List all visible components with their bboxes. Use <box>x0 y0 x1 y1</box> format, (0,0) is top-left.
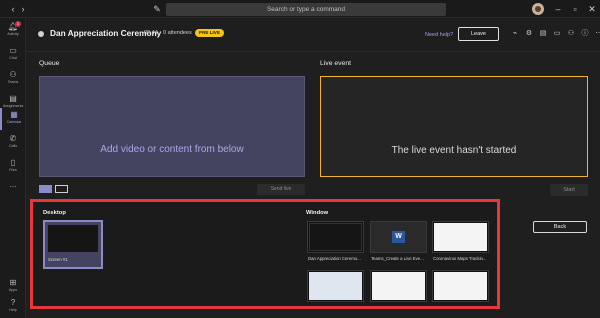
word-icon: W <box>392 231 405 243</box>
minimize-icon[interactable]: – <box>552 2 564 16</box>
window-caption: Coronavirus Maps Trackin... <box>433 256 487 261</box>
rail-item-label: Activity <box>7 32 19 36</box>
send-live-button[interactable]: Send live <box>257 184 305 195</box>
forward-arrow-icon[interactable]: › <box>18 4 28 14</box>
device-settings-icon[interactable]: ⚙ <box>524 29 534 39</box>
queue-area[interactable]: Add video or content from below <box>39 76 305 177</box>
layout-single-button[interactable] <box>39 185 52 193</box>
phone-icon: ✆ <box>9 134 17 143</box>
desktop-label: Desktop <box>43 210 66 216</box>
window-thumbnail[interactable] <box>307 270 364 302</box>
info-icon[interactable]: ⓘ <box>580 29 590 39</box>
screen-thumbnail[interactable]: Screen #1 <box>43 220 103 269</box>
window-preview <box>434 223 487 251</box>
chat-icon: ▭ <box>9 46 17 55</box>
window-caption: Teams_Create a Live Eve... <box>371 256 424 261</box>
leave-button[interactable]: Leave <box>458 27 499 41</box>
rail-item-label: Help <box>9 308 17 312</box>
window-preview <box>434 272 487 300</box>
rail-item-label: Calendar <box>6 120 22 124</box>
rail-item-files[interactable]: ▯ Files <box>0 156 26 178</box>
need-help-link[interactable]: Need help? <box>425 32 453 38</box>
rail-item-chat[interactable]: ▭ Chat <box>0 44 26 66</box>
rail-item-label: Calls <box>9 144 17 148</box>
rail-item-calendar[interactable]: ▦ Calendar <box>0 108 26 130</box>
back-arrow-icon[interactable]: ‹ <box>8 4 18 14</box>
rail-item-label: Chat <box>9 56 17 60</box>
search-input[interactable]: Search or type a command <box>166 3 446 16</box>
rail-item-more[interactable]: ... <box>0 178 26 200</box>
window-thumbnail[interactable]: W <box>370 221 427 253</box>
app-rail: 🔔︎ 1 Activity ▭ Chat ⚇ Teams ▤ Assignmen… <box>0 18 26 318</box>
live-event-label: Live event <box>320 60 351 67</box>
notes-icon[interactable]: ▤ <box>538 29 548 39</box>
health-icon[interactable]: ⌁ <box>510 29 520 39</box>
window-caption: Dan Appreciation Ceremo... <box>308 256 361 261</box>
live-event-area: The live event hasn't started <box>320 76 588 177</box>
apps-icon: ⊞ <box>9 278 17 287</box>
screen-preview <box>48 225 98 252</box>
live-event-message: The live event hasn't started <box>391 145 517 156</box>
file-icon: ▯ <box>10 158 16 167</box>
title-bar: ‹ › ✎ Search or type a command – ▫ ✕ <box>0 0 600 18</box>
rail-item-apps[interactable]: ⊞ Apps <box>0 276 26 298</box>
rail-item-calls[interactable]: ✆ Calls <box>0 132 26 154</box>
rail-item-label: Apps <box>8 288 18 292</box>
share-content-panel: Desktop Window Screen #1 Dan Appreciatio… <box>30 199 500 309</box>
queue-placeholder: Add video or content from below <box>100 144 244 155</box>
attendee-count: 0 attendees <box>163 30 192 36</box>
compose-icon[interactable]: ✎ <box>152 4 162 14</box>
rail-item-help[interactable]: ? Help <box>0 296 26 318</box>
rail-item-activity[interactable]: 🔔︎ 1 Activity <box>0 20 26 42</box>
rail-item-label: Teams <box>7 80 19 84</box>
screen-caption: Screen #1 <box>48 257 68 262</box>
chat-icon[interactable]: ▭ <box>552 29 562 39</box>
queue-label: Queue <box>39 60 60 67</box>
more-options-icon[interactable]: ⋯ <box>594 29 600 39</box>
back-button[interactable]: Back <box>533 221 587 233</box>
bell-icon: 🔔︎ <box>7 22 19 31</box>
window-thumbnail[interactable] <box>432 221 489 253</box>
avatar-face <box>535 6 541 12</box>
calendar-icon: ▦ <box>10 110 18 119</box>
window-thumbnail[interactable] <box>307 221 364 253</box>
maximize-icon[interactable]: ▫ <box>569 2 581 16</box>
window-preview <box>309 272 362 300</box>
event-timer: 09:44 <box>144 30 158 36</box>
window-thumbnail[interactable] <box>370 270 427 302</box>
window-label: Window <box>306 210 329 216</box>
status-badge: PRE LIVE <box>195 29 224 37</box>
avatar[interactable] <box>532 3 544 15</box>
teams-icon: ⚇ <box>9 70 17 79</box>
rail-item-teams[interactable]: ⚇ Teams <box>0 68 26 90</box>
window-preview <box>372 272 425 300</box>
event-header: Dan Appreciation Ceremony 09:44 0 attend… <box>26 18 600 52</box>
start-button[interactable]: Start <box>550 184 588 196</box>
help-icon: ? <box>10 298 16 307</box>
assignments-icon: ▤ <box>9 94 17 103</box>
notification-badge: 1 <box>15 21 21 27</box>
layout-split-button[interactable] <box>55 185 68 193</box>
people-icon[interactable]: ⚇ <box>566 29 576 39</box>
window-thumbnail[interactable] <box>432 270 489 302</box>
more-icon: ... <box>9 180 17 189</box>
rail-item-label: Files <box>9 168 17 172</box>
record-indicator-icon <box>38 31 44 37</box>
close-icon[interactable]: ✕ <box>586 2 598 16</box>
window-preview <box>309 223 362 251</box>
